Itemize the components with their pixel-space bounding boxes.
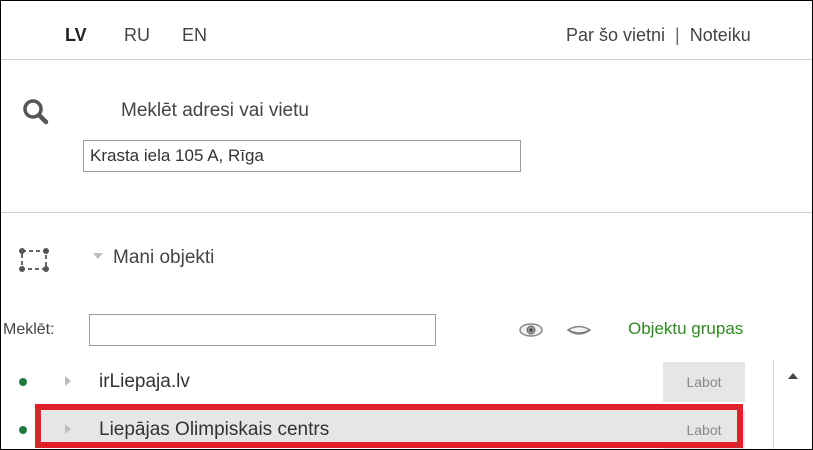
object-groups-link[interactable]: Objektu grupas xyxy=(628,319,743,339)
objects-filter-input[interactable] xyxy=(89,314,436,346)
search-icon[interactable] xyxy=(21,97,51,127)
object-name[interactable]: Liepājas Olimpiskais centrs xyxy=(99,419,329,441)
object-name[interactable]: irLiepaja.lv xyxy=(99,371,190,393)
link-separator: | xyxy=(675,25,680,45)
show-all-eye-icon[interactable] xyxy=(518,319,544,341)
top-bar: LV RU EN Par šo vietni | Noteiku xyxy=(1,1,812,60)
hide-all-eye-icon[interactable] xyxy=(566,319,592,341)
object-bullet-icon xyxy=(19,426,27,434)
my-objects-header: Mani objekti xyxy=(1,231,812,281)
edit-button[interactable]: Labot xyxy=(663,362,745,402)
list-item[interactable]: irLiepaja.lv Labot xyxy=(1,359,812,405)
language-lv-link[interactable]: LV xyxy=(65,25,87,46)
expand-chevron-icon[interactable] xyxy=(65,424,71,434)
top-links: Par šo vietni | Noteiku xyxy=(566,25,751,46)
list-scrollbar[interactable] xyxy=(773,359,812,449)
list-item[interactable]: Liepājas Olimpiskais centrs Labot xyxy=(1,407,812,449)
edit-button[interactable]: Labot xyxy=(663,410,745,449)
search-label: Meklēt adresi vai vietu xyxy=(121,100,309,121)
app-frame: LV RU EN Par šo vietni | Noteiku Meklēt ad… xyxy=(0,0,813,450)
address-search-input[interactable] xyxy=(83,140,521,172)
address-search-panel: Meklēt adresi vai vietu xyxy=(1,60,812,213)
language-ru-link[interactable]: RU xyxy=(124,25,150,46)
terms-link[interactable]: Noteiku xyxy=(690,25,751,45)
expand-chevron-icon[interactable] xyxy=(65,376,71,386)
collapse-chevron-icon[interactable] xyxy=(93,253,103,259)
select-area-icon[interactable] xyxy=(17,245,51,275)
object-bullet-icon xyxy=(19,378,27,386)
my-objects-title[interactable]: Mani objekti xyxy=(113,247,214,269)
filter-label: Meklēt: xyxy=(3,321,55,338)
language-en-link[interactable]: EN xyxy=(182,25,207,46)
scroll-up-arrow-icon[interactable] xyxy=(788,373,798,379)
about-site-link[interactable]: Par šo vietni xyxy=(566,25,665,45)
